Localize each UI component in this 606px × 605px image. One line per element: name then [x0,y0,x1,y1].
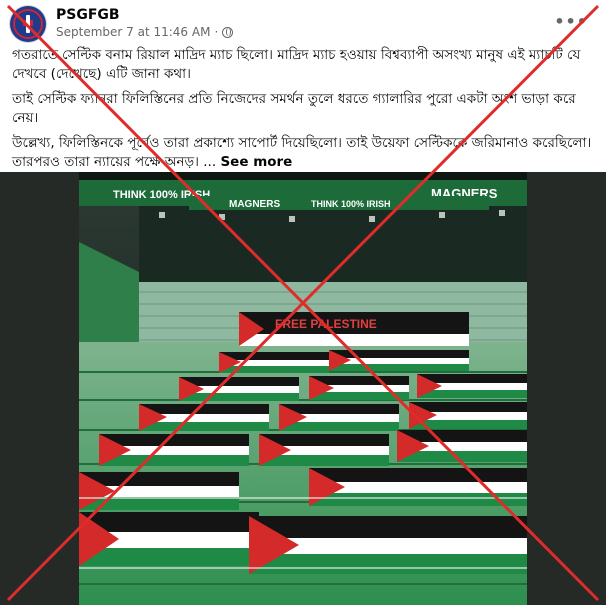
stadium-photo: THINK 100% IRISH MAGNERS MAGNERS THINK 1… [79,172,527,605]
post-paragraph-3-text: উল্লেখ্য, ফিলিস্তিনকে পূর্বেও তারা প্রকা… [12,135,592,170]
banner-think-irish-2: THINK 100% IRISH [311,199,391,209]
eiffel-tower-icon [26,15,30,33]
post-photo-container[interactable]: THINK 100% IRISH MAGNERS MAGNERS THINK 1… [0,172,606,605]
stand-banner-text: FREE PALESTINE [275,317,377,331]
facebook-post: PSGFGB September 7 at 11:46 AM · ••• গতর… [0,0,606,605]
post-photo[interactable]: THINK 100% IRISH MAGNERS MAGNERS THINK 1… [79,172,527,605]
banner-magners-2: MAGNERS [229,199,280,210]
post-meta: PSGFGB September 7 at 11:46 AM · [56,7,234,41]
globe-icon [222,27,234,38]
ellipsis-icon[interactable]: ••• [554,12,588,31]
post-time-row: September 7 at 11:46 AM · [56,24,234,41]
post-timestamp[interactable]: September 7 at 11:46 AM [56,24,210,41]
separator-dot: · [214,25,219,39]
page-name[interactable]: PSGFGB [56,7,233,24]
post-paragraph-2: তাই সেল্টিক ফ্যানরা ফিলিস্তিনের প্রতি নি… [12,91,576,126]
post-paragraph-3: উল্লেখ্য, ফিলিস্তিনকে পূর্বেও তারা প্রকা… [12,134,597,172]
page-avatar[interactable] [10,6,46,42]
post-text: গতরাতে সেল্টিক বনাম রিয়াল মাদ্রিদ ম্যাচ… [12,46,597,178]
post-paragraph-1: গতরাতে সেল্টিক বনাম রিয়াল মাদ্রিদ ম্যাচ… [12,47,581,82]
post-header: PSGFGB September 7 at 11:46 AM · [10,6,234,42]
see-more-link[interactable]: See more [220,154,292,170]
